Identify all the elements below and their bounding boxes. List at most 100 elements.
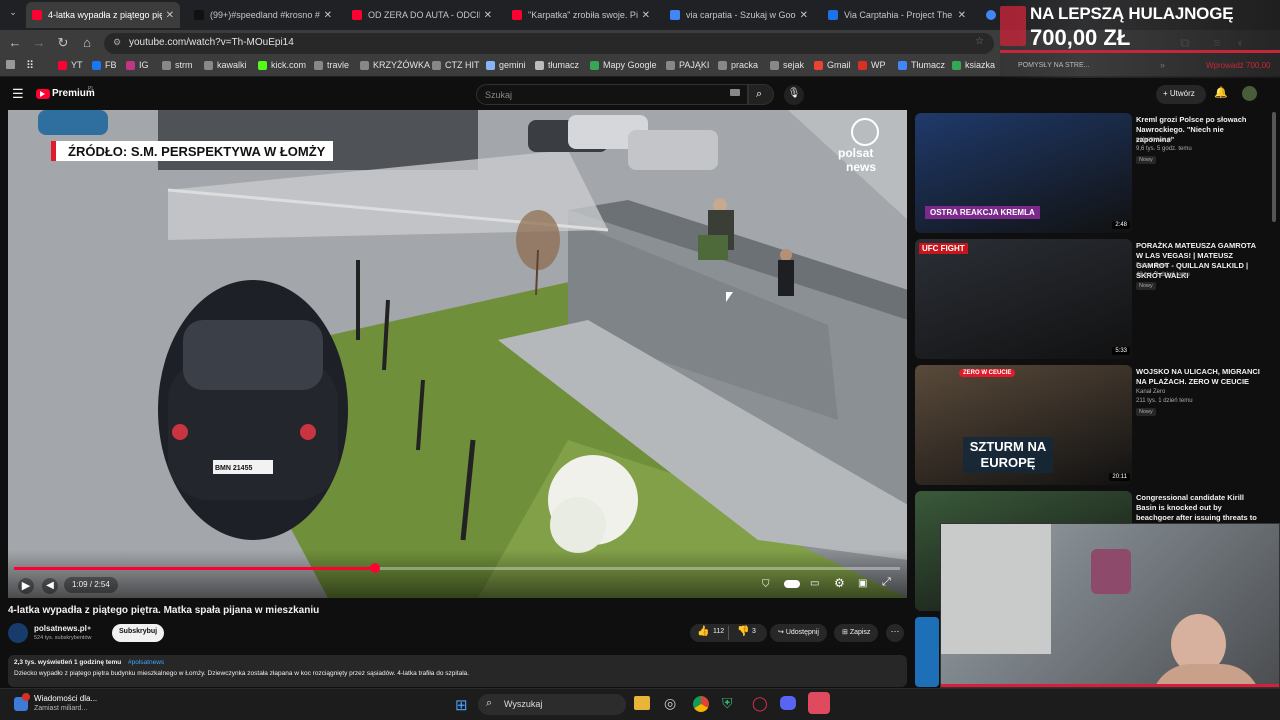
app-icon-1[interactable]: ◎ <box>664 695 676 712</box>
apps-icon[interactable] <box>6 60 19 69</box>
bookmark-item[interactable]: Gmail <box>814 60 851 70</box>
tab-close-icon[interactable]: ✕ <box>484 10 492 21</box>
bookmark-item[interactable]: KRZYŻÓWKA <box>360 60 430 70</box>
share-button[interactable]: ↪ Udostępnij <box>770 624 827 642</box>
browser-tab[interactable]: (99+)#speedland #krosno #bud ✕ <box>188 4 338 26</box>
like-icon[interactable]: 👍 <box>697 626 709 637</box>
recommendation-thumbnail[interactable]: OSTRA REAKCJA KREMLA <box>915 113 1132 233</box>
fullscreen-icon[interactable]: ⤢ <box>882 576 891 589</box>
new-badge: Nowy <box>1136 408 1156 416</box>
vpn-shield-icon[interactable]: ⛨ <box>722 695 733 712</box>
bookmark-item[interactable]: ksiazka <box>952 60 995 70</box>
tab-close-icon[interactable]: ✕ <box>324 10 332 21</box>
volume-icon[interactable]: ◀ <box>42 578 58 594</box>
video-player[interactable]: ŹRÓDŁO: S.M. PERSPEKTYWA W ŁOMŻY polsat … <box>8 110 907 598</box>
tab-close-icon[interactable]: ✕ <box>800 10 808 21</box>
browser-tab[interactable]: Via Carptahia - Project The Thr ✕ <box>822 4 972 26</box>
search-button[interactable]: ⌕ <box>748 84 774 105</box>
dislike-icon[interactable]: 👎 <box>737 626 749 637</box>
taskbar-search[interactable]: ⌕ Wyszukaj <box>478 694 626 715</box>
browser-tab-partial[interactable] <box>980 4 1000 26</box>
recommendation-title[interactable]: WOJSKO NA ULICACH, MIGRANCI NA PLAŻACH. … <box>1136 367 1260 387</box>
partial-recommendation-thumb[interactable] <box>915 617 939 687</box>
recommendation-thumbnail[interactable]: UFC FIGHT <box>915 239 1132 359</box>
bookmark-item[interactable]: FB <box>92 60 117 70</box>
channel-name[interactable]: polsatnews.pl <box>34 624 87 633</box>
tab-label: OD ZERA DO AUTA - ODCINEK <box>368 10 480 20</box>
keyboard-icon[interactable] <box>730 89 740 96</box>
bookmark-item[interactable]: sejak <box>770 60 804 70</box>
autoplay-toggle[interactable] <box>784 580 800 588</box>
recommendation-channel[interactable]: Kanał Zero <box>1136 389 1165 395</box>
recommendation-item[interactable]: SZTURM NA EUROPĘ ZERO W CEUCIE WOJSKO NA U… <box>915 365 1260 485</box>
recommendation-item[interactable]: UFC FIGHT PORAŻKA MATEUSZA GAMROTA W LAS … <box>915 239 1260 359</box>
create-button[interactable]: + Utwórz <box>1156 85 1206 104</box>
discord-icon[interactable] <box>780 696 796 710</box>
save-button[interactable]: ⊞ Zapisz <box>834 624 879 642</box>
bookmark-icon <box>666 60 675 70</box>
tab-favicon-icon <box>194 10 204 20</box>
search-input[interactable]: Szukaj <box>476 84 748 105</box>
bookmark-icon <box>360 60 369 70</box>
bookmark-item[interactable]: gemini <box>486 60 526 70</box>
tab-close-icon[interactable]: ✕ <box>642 10 650 21</box>
bookmark-item[interactable]: kawalki <box>204 60 247 70</box>
streaming-app-icon[interactable] <box>808 692 830 714</box>
video-source-banner: ŹRÓDŁO: S.M. PERSPEKTYWA W ŁOMŻY <box>51 141 334 161</box>
bookmark-icon <box>590 60 599 70</box>
browser-tab[interactable]: via carpatia - Szukaj w Google ✕ <box>664 4 814 26</box>
bookmark-item[interactable]: YT <box>58 60 83 70</box>
progress-bar[interactable] <box>14 563 900 573</box>
home-icon[interactable]: ⌂ <box>78 35 96 50</box>
browser-tab[interactable]: "Karpatka" zrobiła swoje. Pierw ✕ <box>506 4 656 26</box>
back-icon[interactable]: ← <box>6 35 24 50</box>
voice-search-icon[interactable]: 🎙 <box>784 85 804 105</box>
bookmark-item[interactable]: tłumacz <box>535 60 579 70</box>
bookmark-item[interactable]: travle <box>314 60 349 70</box>
channel-avatar[interactable] <box>8 623 28 643</box>
hashtag-link[interactable]: #polsatnews <box>128 659 164 666</box>
recommendation-channel[interactable]: polsatnews.pl <box>1136 137 1172 143</box>
miniplayer-icon[interactable]: ▣ <box>858 578 867 589</box>
bookmark-item[interactable]: CTZ HIT <box>432 60 480 70</box>
browser-tab[interactable]: 4-latka wypadła z piątego piętra ✕ <box>26 2 180 28</box>
tab-search-chevron-icon[interactable]: ⌄ <box>4 7 22 18</box>
chrome-icon[interactable] <box>693 696 709 712</box>
site-info-icon[interactable]: ⚙ <box>113 37 121 48</box>
forward-icon[interactable]: → <box>30 35 48 50</box>
bookmark-item[interactable]: pracka <box>718 60 758 70</box>
browser-tab[interactable]: OD ZERA DO AUTA - ODCINEK ✕ <box>346 4 498 26</box>
news-title[interactable]: Wiadomości dla... <box>34 694 97 703</box>
description-box[interactable]: 2,3 tys. wyświetleń 1 godzinę temu #pols… <box>8 655 907 687</box>
recommendation-channel[interactable]: Polsat Sport <box>1136 263 1169 269</box>
bookmark-item[interactable]: Mapy Google <box>590 60 657 70</box>
menu-icon[interactable]: ☰ <box>12 86 24 102</box>
more-actions-icon[interactable]: ⋯ <box>886 624 904 642</box>
windows-start-icon[interactable]: ⊞ <box>455 696 468 714</box>
opera-icon[interactable]: ◯ <box>752 695 768 712</box>
tab-favicon-icon <box>512 10 522 20</box>
tab-close-icon[interactable]: ✕ <box>958 10 966 21</box>
reload-icon[interactable]: ↻ <box>54 35 72 51</box>
bookmark-item[interactable]: Tłumacz <box>898 60 945 70</box>
bookmark-item[interactable]: strm <box>162 60 193 70</box>
play-icon[interactable]: ▶ <box>18 578 34 594</box>
bookmark-item[interactable]: PAJĄKI <box>666 60 709 70</box>
file-explorer-icon[interactable] <box>634 696 650 710</box>
settings-gear-icon[interactable]: ⚙ <box>834 576 845 590</box>
bookmark-item[interactable]: kick.com <box>258 60 306 70</box>
sponsor-shield-icon[interactable]: ⛉ <box>762 579 770 590</box>
apps-grid-icon[interactable]: ⠿ <box>26 59 34 72</box>
bookmark-star-icon[interactable]: ☆ <box>975 36 984 47</box>
bookmark-item[interactable]: IG <box>126 60 149 70</box>
tab-close-icon[interactable]: ✕ <box>166 10 174 21</box>
recommendation-thumbnail[interactable]: SZTURM NA EUROPĘ ZERO W CEUCIE <box>915 365 1132 485</box>
notifications-bell-icon[interactable]: 🔔 <box>1214 86 1228 99</box>
avatar[interactable] <box>1242 86 1257 101</box>
bookmark-item[interactable]: WP <box>858 60 886 70</box>
recommendation-item[interactable]: OSTRA REAKCJA KREMLA Kreml grozi Polsce p… <box>915 113 1260 233</box>
subtitles-icon[interactable]: ▭ <box>810 578 819 589</box>
page-scrollbar[interactable] <box>1272 112 1276 222</box>
subscribe-button[interactable]: Subskrybuj <box>112 624 165 642</box>
address-bar[interactable]: ⚙ youtube.com/watch?v=Th-MOuEpi14 ☆ <box>104 33 994 54</box>
